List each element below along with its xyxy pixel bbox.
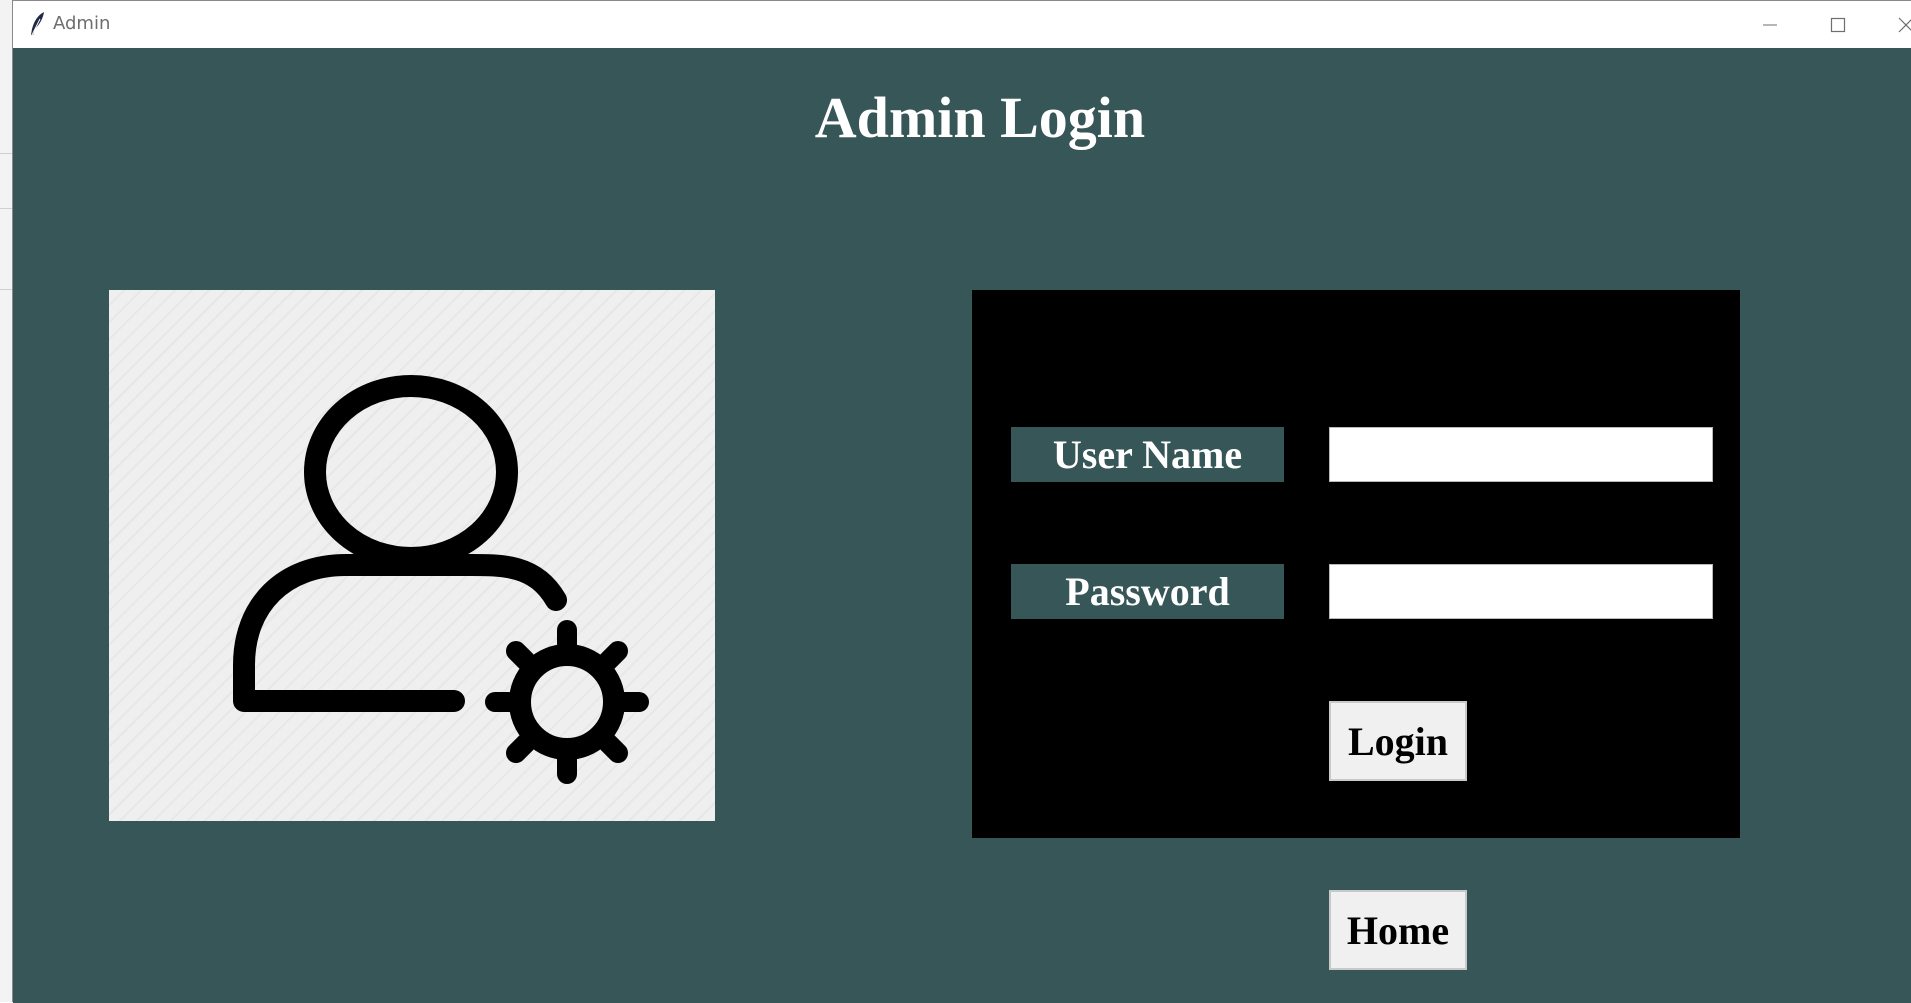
username-input[interactable] xyxy=(1329,427,1713,482)
window-title: Admin xyxy=(53,13,111,34)
title-bar[interactable]: Admin xyxy=(13,1,1911,48)
minimize-icon xyxy=(1763,24,1777,25)
password-label: Password xyxy=(1011,564,1284,619)
user-settings-icon xyxy=(233,375,649,784)
login-button[interactable]: Login xyxy=(1329,701,1467,781)
home-button[interactable]: Home xyxy=(1329,890,1467,970)
close-button[interactable] xyxy=(1872,1,1911,48)
login-form-panel: User Name Password Login xyxy=(972,290,1740,838)
admin-window: Admin Admin Login User Name Password Log… xyxy=(12,0,1911,1003)
page-title: Admin Login xyxy=(814,85,1146,150)
client-area: Admin Login User Name Password Login Hom… xyxy=(13,48,1911,1003)
password-input[interactable] xyxy=(1329,564,1713,619)
minimize-button[interactable] xyxy=(1736,1,1804,48)
username-label: User Name xyxy=(1011,427,1284,482)
maximize-icon xyxy=(1830,17,1846,32)
admin-illustration xyxy=(109,290,715,821)
feather-icon xyxy=(31,12,44,36)
close-icon xyxy=(1898,17,1911,32)
maximize-button[interactable] xyxy=(1804,1,1872,48)
